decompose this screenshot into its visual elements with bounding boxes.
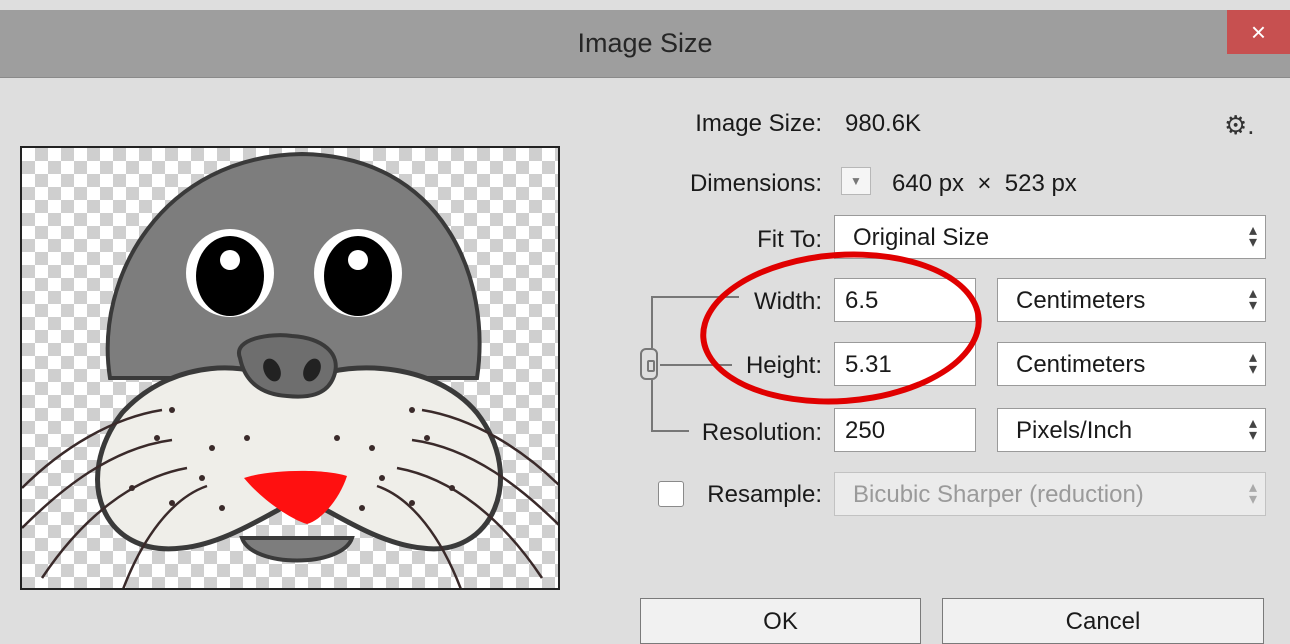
fit-to-value: Original Size — [853, 224, 990, 251]
height-unit-value: Centimeters — [1016, 351, 1146, 378]
select-arrows-icon: ▴ ▾ — [1248, 285, 1257, 314]
select-arrows-icon: ▴ ▾ — [1248, 415, 1257, 444]
ok-button[interactable]: OK — [640, 598, 921, 644]
resample-checkbox[interactable] — [658, 481, 684, 507]
resample-method-select: Bicubic Sharper (reduction) ▴ ▾ — [834, 472, 1266, 516]
dialog-title: Image Size — [577, 28, 713, 58]
close-button[interactable]: × — [1227, 10, 1290, 54]
select-arrows-icon: ▴ ▾ — [1248, 349, 1257, 378]
resolution-label: Resolution: — [701, 419, 822, 446]
height-unit-select[interactable]: Centimeters ▴ ▾ — [997, 342, 1266, 386]
title-bar: Image Size × — [0, 10, 1290, 78]
dimensions-value: 640 px × 523 px — [892, 170, 1077, 197]
resample-method-value: Bicubic Sharper (reduction) — [853, 481, 1144, 508]
resolution-unit-value: Pixels/Inch — [1016, 417, 1133, 444]
resample-label: Resample: — [707, 481, 822, 508]
constrain-line-top — [651, 296, 653, 348]
dimensions-label: Dimensions: — [689, 170, 822, 197]
image-size-label: Image Size: — [695, 110, 822, 137]
gear-icon[interactable]: ⚙. — [1224, 110, 1255, 141]
annotation-ellipse — [695, 242, 987, 414]
resolution-input[interactable]: 250 — [834, 408, 976, 452]
constrain-line-bottom — [651, 380, 653, 432]
image-preview[interactable] — [20, 146, 560, 590]
cancel-button[interactable]: Cancel — [942, 598, 1264, 644]
image-size-value: 980.6K — [845, 110, 922, 137]
chain-link-icon[interactable] — [640, 348, 658, 380]
fit-to-label: Fit To: — [757, 226, 822, 253]
close-icon: × — [1250, 17, 1267, 47]
width-unit-value: Centimeters — [1016, 287, 1146, 314]
width-unit-select[interactable]: Centimeters ▴ ▾ — [997, 278, 1266, 322]
dropdown-icon[interactable]: ▼ — [841, 167, 871, 195]
select-arrows-icon: ▴ ▾ — [1248, 479, 1257, 508]
seal-illustration — [22, 151, 558, 588]
fit-to-select[interactable]: Original Size ▴ ▾ — [834, 215, 1266, 259]
resolution-unit-select[interactable]: Pixels/Inch ▴ ▾ — [997, 408, 1266, 452]
select-arrows-icon: ▴ ▾ — [1248, 222, 1257, 251]
